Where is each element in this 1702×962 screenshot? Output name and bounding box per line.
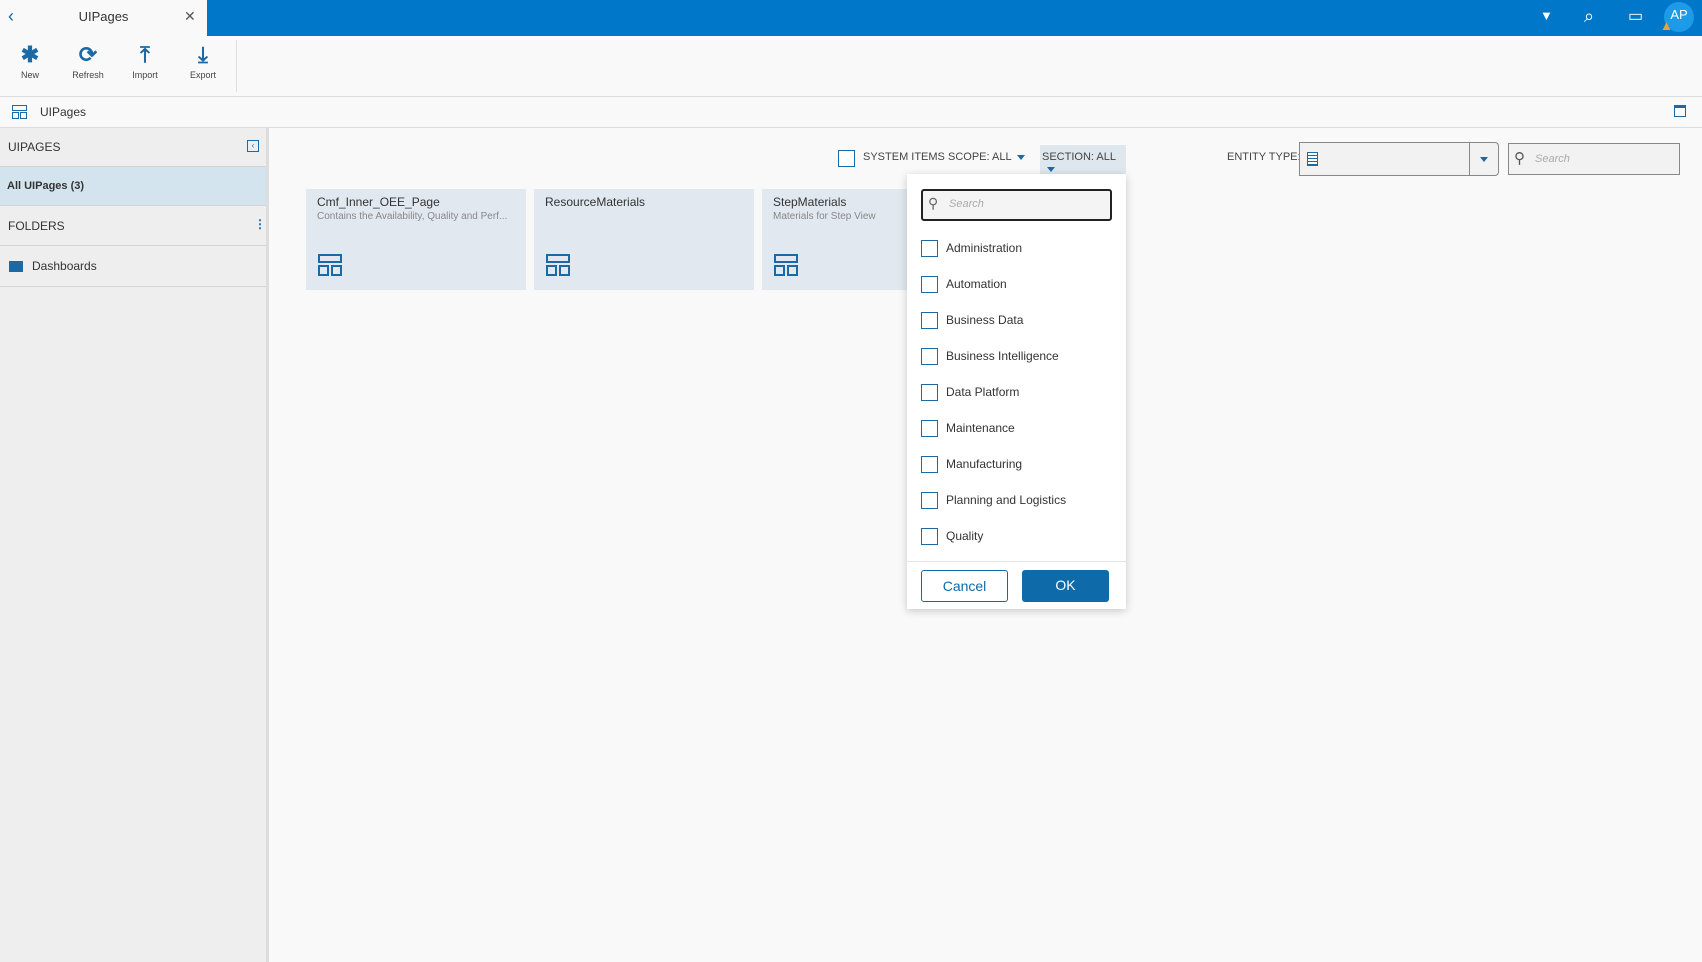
collapse-panel-icon[interactable] — [1674, 105, 1686, 117]
export-label: Export — [189, 70, 216, 80]
warning-icon: ▲ — [1660, 18, 1673, 33]
checkbox[interactable] — [921, 527, 938, 545]
import-button[interactable]: ⤒ Import — [117, 40, 173, 80]
toolbar-divider — [236, 40, 237, 92]
card-name: ResourceMaterials — [545, 195, 646, 209]
close-icon[interactable]: ✕ — [184, 8, 196, 25]
refresh-icon: ⟳ — [78, 42, 98, 67]
breadcrumb-title: UIPages — [40, 105, 87, 119]
card-description: Contains the Availability, Quality and P… — [317, 211, 508, 222]
checkbox[interactable] — [921, 491, 938, 509]
list-icon — [1307, 152, 1318, 166]
divider — [907, 561, 1126, 562]
option-manufacturing[interactable]: Manufacturing — [921, 454, 1022, 474]
sidebar-header-label: UIPAGES — [8, 140, 61, 154]
chat-icon[interactable]: ▭ — [1628, 6, 1643, 26]
uipage-card[interactable]: ResourceMaterials — [534, 189, 754, 290]
search-icon[interactable]: ⌕ — [1584, 6, 1594, 27]
sidebar: UIPAGES ‹ All UIPages (3) FOLDERS ⋮ Dashbo… — [0, 128, 269, 962]
caret-down-icon[interactable]: ▼ — [1540, 8, 1553, 23]
section-search-input[interactable]: ⚲ Search — [921, 189, 1112, 221]
refresh-label: Refresh — [72, 70, 104, 80]
search-placeholder: Search — [1535, 153, 1570, 165]
page-layout-icon — [546, 254, 570, 276]
page-layout-icon — [774, 254, 798, 276]
option-label: Automation — [946, 277, 1007, 291]
card-name: StepMaterials — [773, 195, 847, 209]
sidebar-header: UIPAGES ‹ — [0, 128, 266, 167]
breadcrumb: UIPages — [0, 97, 1702, 128]
option-business-data[interactable]: Business Data — [921, 310, 1023, 330]
option-label: Planning and Logistics — [946, 493, 1067, 507]
entity-type-select[interactable] — [1299, 142, 1499, 176]
section-filter[interactable]: SECTION: ALL — [1040, 145, 1126, 174]
refresh-button[interactable]: ⟳ Refresh — [60, 40, 116, 80]
option-label: Data Platform — [946, 385, 1020, 399]
section-label: SECTION: ALL — [1042, 151, 1116, 163]
checkbox[interactable] — [921, 239, 938, 257]
system-items-label: SYSTEM ITEMS — [863, 151, 945, 163]
checkbox[interactable] — [921, 419, 938, 437]
asterisk-icon: ✱ — [20, 42, 40, 67]
option-quality[interactable]: Quality — [921, 526, 983, 546]
caret-down-icon — [1016, 154, 1025, 160]
option-label: Business Intelligence — [946, 349, 1059, 363]
export-icon: ⤓ — [198, 42, 208, 67]
search-input[interactable]: ⚲ Search — [1508, 143, 1680, 175]
search-placeholder: Search — [949, 198, 984, 210]
section-dropdown: ⚲ Search Administration Automation Busin… — [907, 174, 1126, 609]
system-items-checkbox[interactable] — [838, 150, 855, 167]
option-label: Maintenance — [946, 421, 1015, 435]
import-label: Import — [132, 70, 158, 80]
option-administration[interactable]: Administration — [921, 238, 1022, 258]
option-label: Business Data — [946, 313, 1024, 327]
option-data-platform[interactable]: Data Platform — [921, 382, 1019, 402]
option-business-intelligence[interactable]: Business Intelligence — [921, 346, 1059, 366]
import-icon: ⤒ — [140, 42, 150, 67]
scope-filter[interactable]: SCOPE: ALL — [948, 151, 1025, 163]
option-label: Administration — [946, 241, 1023, 255]
checkbox[interactable] — [921, 311, 938, 329]
checkbox[interactable] — [921, 347, 938, 365]
page-icon — [12, 105, 27, 119]
checkbox[interactable] — [921, 275, 938, 293]
sidebar-item-label: All UIPages (3) — [7, 180, 85, 192]
option-automation[interactable]: Automation — [921, 274, 1007, 294]
more-options-icon[interactable]: ⋮ — [254, 217, 266, 231]
uipage-card[interactable]: Cmf_Inner_OEE_Page Contains the Availabi… — [306, 189, 526, 290]
checkbox[interactable] — [921, 455, 938, 473]
folders-header: FOLDERS ⋮ — [0, 206, 266, 246]
card-name: Cmf_Inner_OEE_Page — [317, 195, 440, 209]
scope-label: SCOPE: ALL — [948, 151, 1012, 163]
option-label: Manufacturing — [946, 457, 1023, 471]
ok-button[interactable]: OK — [1022, 570, 1109, 602]
export-button[interactable]: ⤓ Export — [175, 40, 231, 80]
folders-label: FOLDERS — [8, 218, 65, 233]
cancel-button[interactable]: Cancel — [921, 570, 1008, 602]
new-button[interactable]: ✱ New — [2, 40, 58, 80]
collapse-sidebar-icon[interactable]: ‹ — [247, 140, 259, 152]
checkbox[interactable] — [921, 383, 938, 401]
caret-down-icon — [1047, 166, 1055, 172]
top-bar: ▼ ⌕ ▭ AP ▲ — [0, 0, 1702, 36]
folder-label: Dashboards — [32, 259, 97, 273]
page-layout-icon — [318, 254, 342, 276]
new-label: New — [20, 70, 39, 80]
folder-item-dashboards[interactable]: Dashboards — [0, 246, 266, 287]
caret-down-icon[interactable] — [1480, 157, 1488, 162]
option-planning-and-logistics[interactable]: Planning and Logistics — [921, 490, 1066, 510]
option-maintenance[interactable]: Maintenance — [921, 418, 1015, 438]
search-icon: ⚲ — [928, 195, 939, 211]
option-label: Quality — [946, 529, 984, 543]
entity-type-label: ENTITY TYPE: — [1227, 151, 1301, 163]
search-icon: ⚲ — [1514, 150, 1525, 167]
tab-title: UIPages — [78, 9, 129, 24]
folder-icon — [9, 260, 23, 272]
page-tab[interactable]: ‹ UIPages ✕ — [0, 0, 207, 36]
sidebar-item-all-uipages[interactable]: All UIPages (3) — [0, 167, 266, 206]
toolbar: ✱ New ⟳ Refresh ⤒ Import ⤓ Export — [0, 36, 1702, 97]
